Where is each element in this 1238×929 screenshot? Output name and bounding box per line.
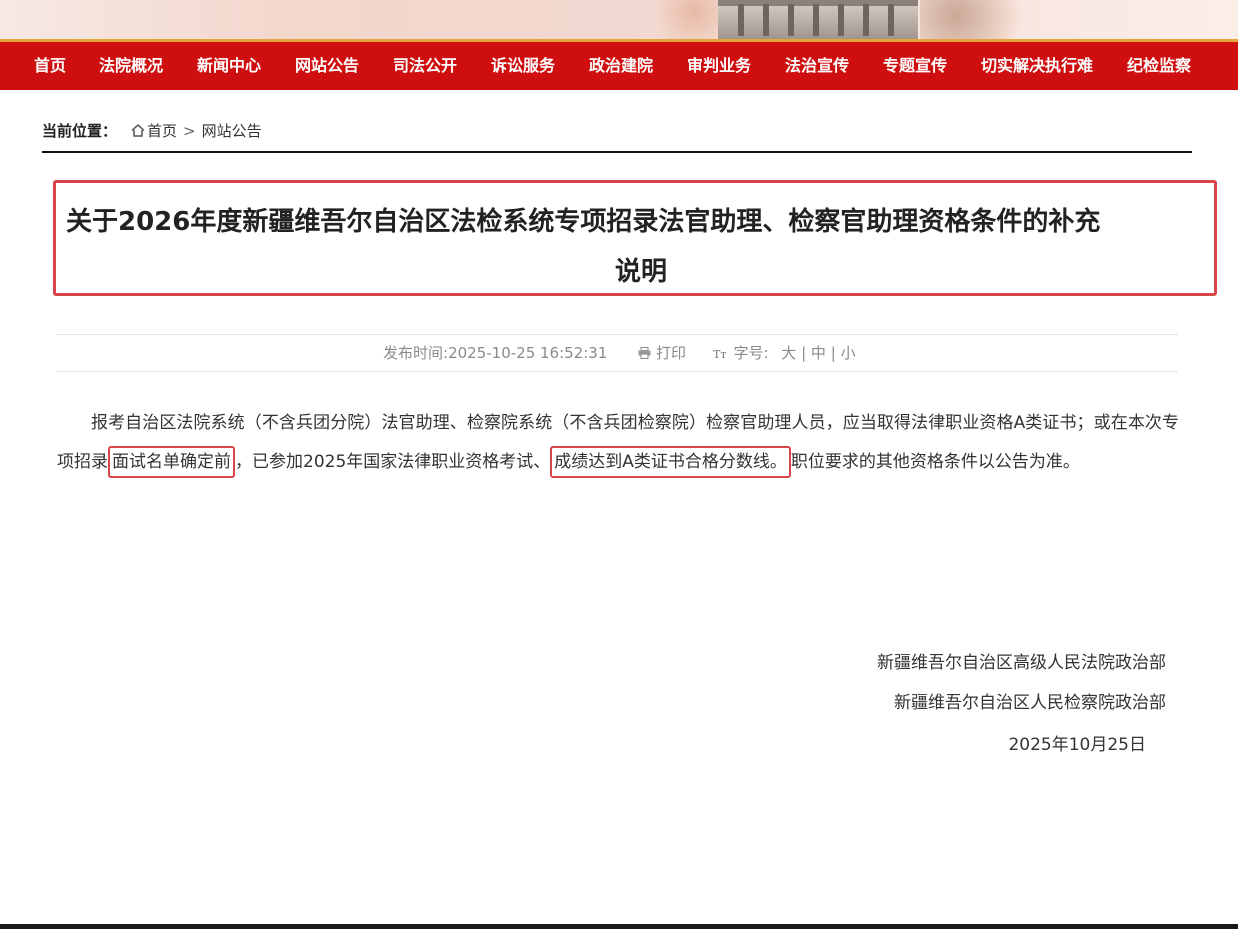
breadcrumb-label: 当前位置：: [42, 122, 118, 140]
court-building-image: [718, 0, 918, 40]
signature-org-procuratorate: 新疆维吾尔自治区人民检察院政治部: [894, 693, 1166, 713]
home-icon: [131, 119, 145, 137]
breadcrumb: 当前位置： 首页 > 网站公告: [42, 118, 262, 144]
nav-item-discipline[interactable]: 纪检监察: [1127, 42, 1191, 90]
meta-divider-bottom: [57, 371, 1177, 372]
font-size-small[interactable]: 小: [841, 344, 856, 362]
title-line-2: 说明: [614, 257, 667, 287]
body-text: 职位要求的其他资格条件以公告为准。: [790, 452, 1080, 472]
printer-icon: [638, 341, 651, 359]
nav-item-legal-publicity[interactable]: 法治宣传: [785, 42, 849, 90]
article-body: 报考自治区法院系统（不含兵团分院）法官助理、检察院系统（不含兵团检察院）检察官助…: [57, 404, 1179, 482]
page-title: 关于2026年度新疆维吾尔自治区法检系统专项招录法官助理、检察官助理资格条件的补…: [66, 197, 1206, 297]
publish-time: 发布时间:2025-10-25 16:52:31: [383, 344, 608, 362]
nav-item-special-topics[interactable]: 专题宣传: [883, 42, 947, 90]
nav-item-announcements[interactable]: 网站公告: [295, 42, 359, 90]
main-nav: 首页 法院概况 新闻中心 网站公告 司法公开 诉讼服务 政治建院 审判业务 法治…: [0, 42, 1238, 90]
title-line-1: 关于2026年度新疆维吾尔自治区法检系统专项招录法官助理、检察官助理资格条件的补…: [66, 207, 1101, 237]
nav-item-political-building[interactable]: 政治建院: [589, 42, 653, 90]
nav-item-trial-business[interactable]: 审判业务: [687, 42, 751, 90]
banner-decoration: [920, 0, 1040, 40]
font-size-medium[interactable]: 中: [811, 344, 826, 362]
nav-item-court-overview[interactable]: 法院概况: [99, 42, 163, 90]
nav-item-enforcement[interactable]: 切实解决执行难: [981, 42, 1093, 90]
nav-item-news[interactable]: 新闻中心: [197, 42, 261, 90]
nav-item-home[interactable]: 首页: [34, 42, 66, 90]
signature-date: 2025年10月25日: [1008, 735, 1146, 755]
nav-item-judicial-disclosure[interactable]: 司法公开: [393, 42, 457, 90]
font-size-large[interactable]: 大: [781, 344, 796, 362]
font-size-icon: Tт: [713, 348, 727, 361]
highlight-score-line: 成绩达到A类证书合格分数线。: [550, 446, 791, 478]
breadcrumb-home-link[interactable]: 首页: [147, 122, 177, 140]
banner-decoration: [640, 0, 730, 40]
breadcrumb-divider: [42, 151, 1192, 153]
meta-divider-top: [57, 334, 1177, 335]
nav-item-litigation-service[interactable]: 诉讼服务: [491, 42, 555, 90]
font-size-control: Tт 字号: 大 | 中 | 小: [713, 340, 856, 368]
highlight-interview-list: 面试名单确定前: [108, 446, 235, 478]
body-text: ，已参加2025年国家法律职业资格考试、: [235, 452, 551, 472]
breadcrumb-current[interactable]: 网站公告: [202, 122, 262, 140]
print-button[interactable]: 打印: [638, 340, 686, 366]
breadcrumb-separator: >: [183, 122, 196, 140]
signature-org-court: 新疆维吾尔自治区高级人民法院政治部: [877, 653, 1166, 673]
article-meta: 发布时间:2025-10-25 16:52:31 打印 Tт 字号: 大 | 中 …: [0, 340, 1238, 366]
header-banner: [0, 0, 1238, 40]
footer-divider: [0, 924, 1238, 929]
